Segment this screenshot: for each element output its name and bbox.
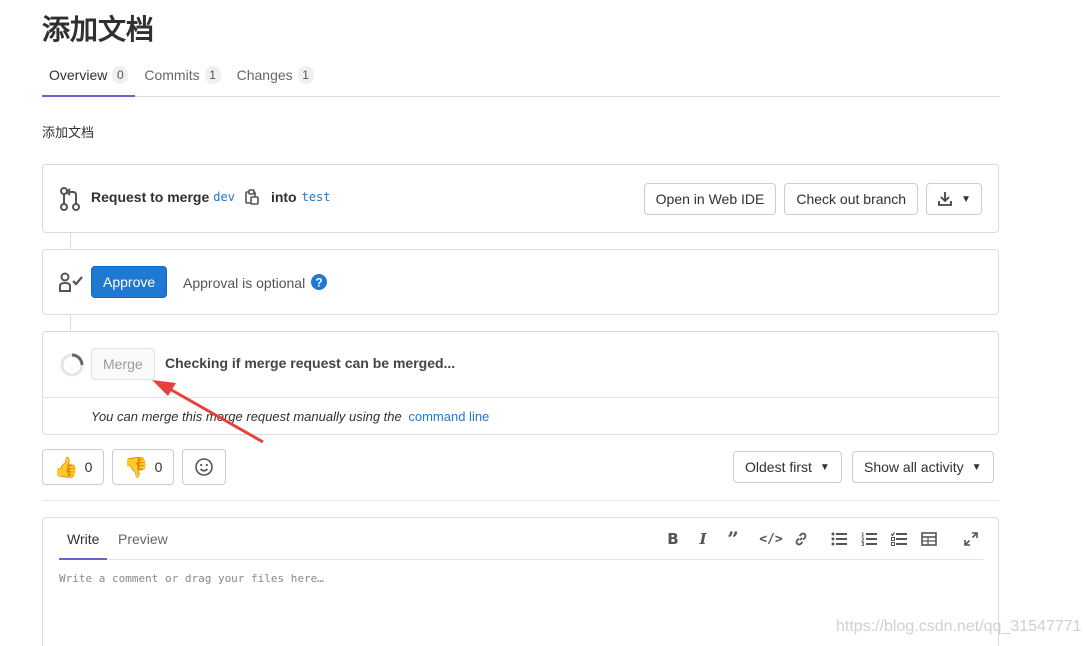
thumbs-down-button[interactable]: 👎 0 [112, 449, 174, 485]
thumbs-up-count: 0 [84, 459, 93, 475]
bold-icon[interactable]: B [661, 527, 685, 551]
sort-order-label: Oldest first [745, 459, 812, 475]
thumbs-down-emoji: 👎 [123, 456, 149, 479]
quote-icon[interactable]: ” [721, 527, 745, 551]
tab-overview-count: 0 [112, 65, 129, 84]
question-circle-icon[interactable]: ? [311, 274, 327, 293]
check-out-branch-button[interactable]: Check out branch [784, 183, 919, 215]
tab-commits[interactable]: Commits 1 [137, 54, 227, 96]
activity-filter-dropdown[interactable]: Show all activity ▼ [852, 451, 994, 483]
approval-widget: Approve Approval is optional ? [42, 249, 999, 315]
merge-status-text: Checking if merge request can be merged.… [165, 355, 456, 371]
tab-overview[interactable]: Overview 0 [42, 54, 136, 97]
approve-button[interactable]: Approve [91, 266, 168, 298]
tab-commits-count: 1 [204, 66, 221, 84]
source-branch[interactable]: dev [213, 190, 235, 204]
manual-merge-text: You can merge this merge request manuall… [91, 409, 402, 424]
chevron-down-icon: ▼ [961, 193, 971, 205]
approval-icon [59, 272, 85, 295]
link-icon[interactable] [789, 527, 813, 551]
activity-filter-label: Show all activity [864, 459, 964, 475]
emoji-picker-button[interactable] [182, 449, 226, 485]
timeline-connector [70, 315, 71, 331]
svg-text:3: 3 [861, 542, 865, 546]
tab-preview[interactable]: Preview [117, 518, 169, 560]
merge-divider [43, 397, 998, 398]
into-label: into [270, 189, 297, 205]
tab-overview-label: Overview [49, 66, 108, 83]
target-branch[interactable]: test [302, 190, 331, 204]
markdown-toolbar: B I ” </> 1 2 3 [661, 527, 983, 551]
open-web-ide-button[interactable]: Open in Web IDE [643, 183, 777, 215]
merge-request-icon [59, 187, 81, 214]
thumbs-up-emoji: 👍 [53, 456, 79, 479]
page-title: 添加文档 [42, 13, 155, 46]
numbered-list-icon[interactable]: 1 2 3 [857, 527, 881, 551]
sort-order-dropdown[interactable]: Oldest first ▼ [733, 451, 842, 483]
merge-widget: Merge Checking if merge request can be m… [42, 331, 999, 435]
table-icon[interactable] [917, 527, 941, 551]
bullet-list-icon[interactable] [827, 527, 851, 551]
watermark: https://blog.csdn.net/qq_31547771 [836, 618, 1082, 635]
download-dropdown-button[interactable]: ▼ [926, 183, 982, 215]
tab-write[interactable]: Write [59, 518, 108, 560]
smiley-icon [195, 458, 213, 476]
tab-changes-label: Changes [236, 67, 293, 83]
merge-button[interactable]: Merge [91, 348, 155, 380]
comment-textarea[interactable]: Write a comment or drag your files here… [59, 572, 324, 585]
merge-info-widget: Request to merge dev into test Open in W… [42, 164, 999, 233]
chevron-down-icon: ▼ [971, 461, 982, 473]
tab-commits-label: Commits [144, 67, 200, 83]
svg-text:?: ? [315, 276, 322, 290]
tab-changes-count: 1 [297, 66, 314, 84]
loading-spinner-icon [59, 352, 85, 381]
italic-icon[interactable]: I [691, 527, 715, 551]
thumbs-up-button[interactable]: 👍 0 [42, 449, 104, 485]
tab-changes[interactable]: Changes 1 [230, 54, 321, 96]
code-icon[interactable]: </> [759, 527, 783, 551]
download-icon [937, 191, 953, 207]
approval-optional-text: Approval is optional [183, 275, 306, 291]
fullscreen-icon[interactable] [959, 527, 983, 551]
thumbs-down-count: 0 [154, 459, 163, 475]
mr-description: 添加文档 [42, 126, 95, 141]
section-divider [42, 500, 999, 501]
mr-tabs: Overview 0 Commits 1 Changes 1 [42, 54, 1000, 97]
copy-icon[interactable] [245, 189, 259, 205]
task-list-icon[interactable] [887, 527, 911, 551]
command-line-link[interactable]: command line [408, 409, 489, 424]
timeline-connector [70, 233, 71, 249]
chevron-down-icon: ▼ [819, 461, 830, 473]
request-to-merge-label: Request to merge [91, 189, 210, 205]
